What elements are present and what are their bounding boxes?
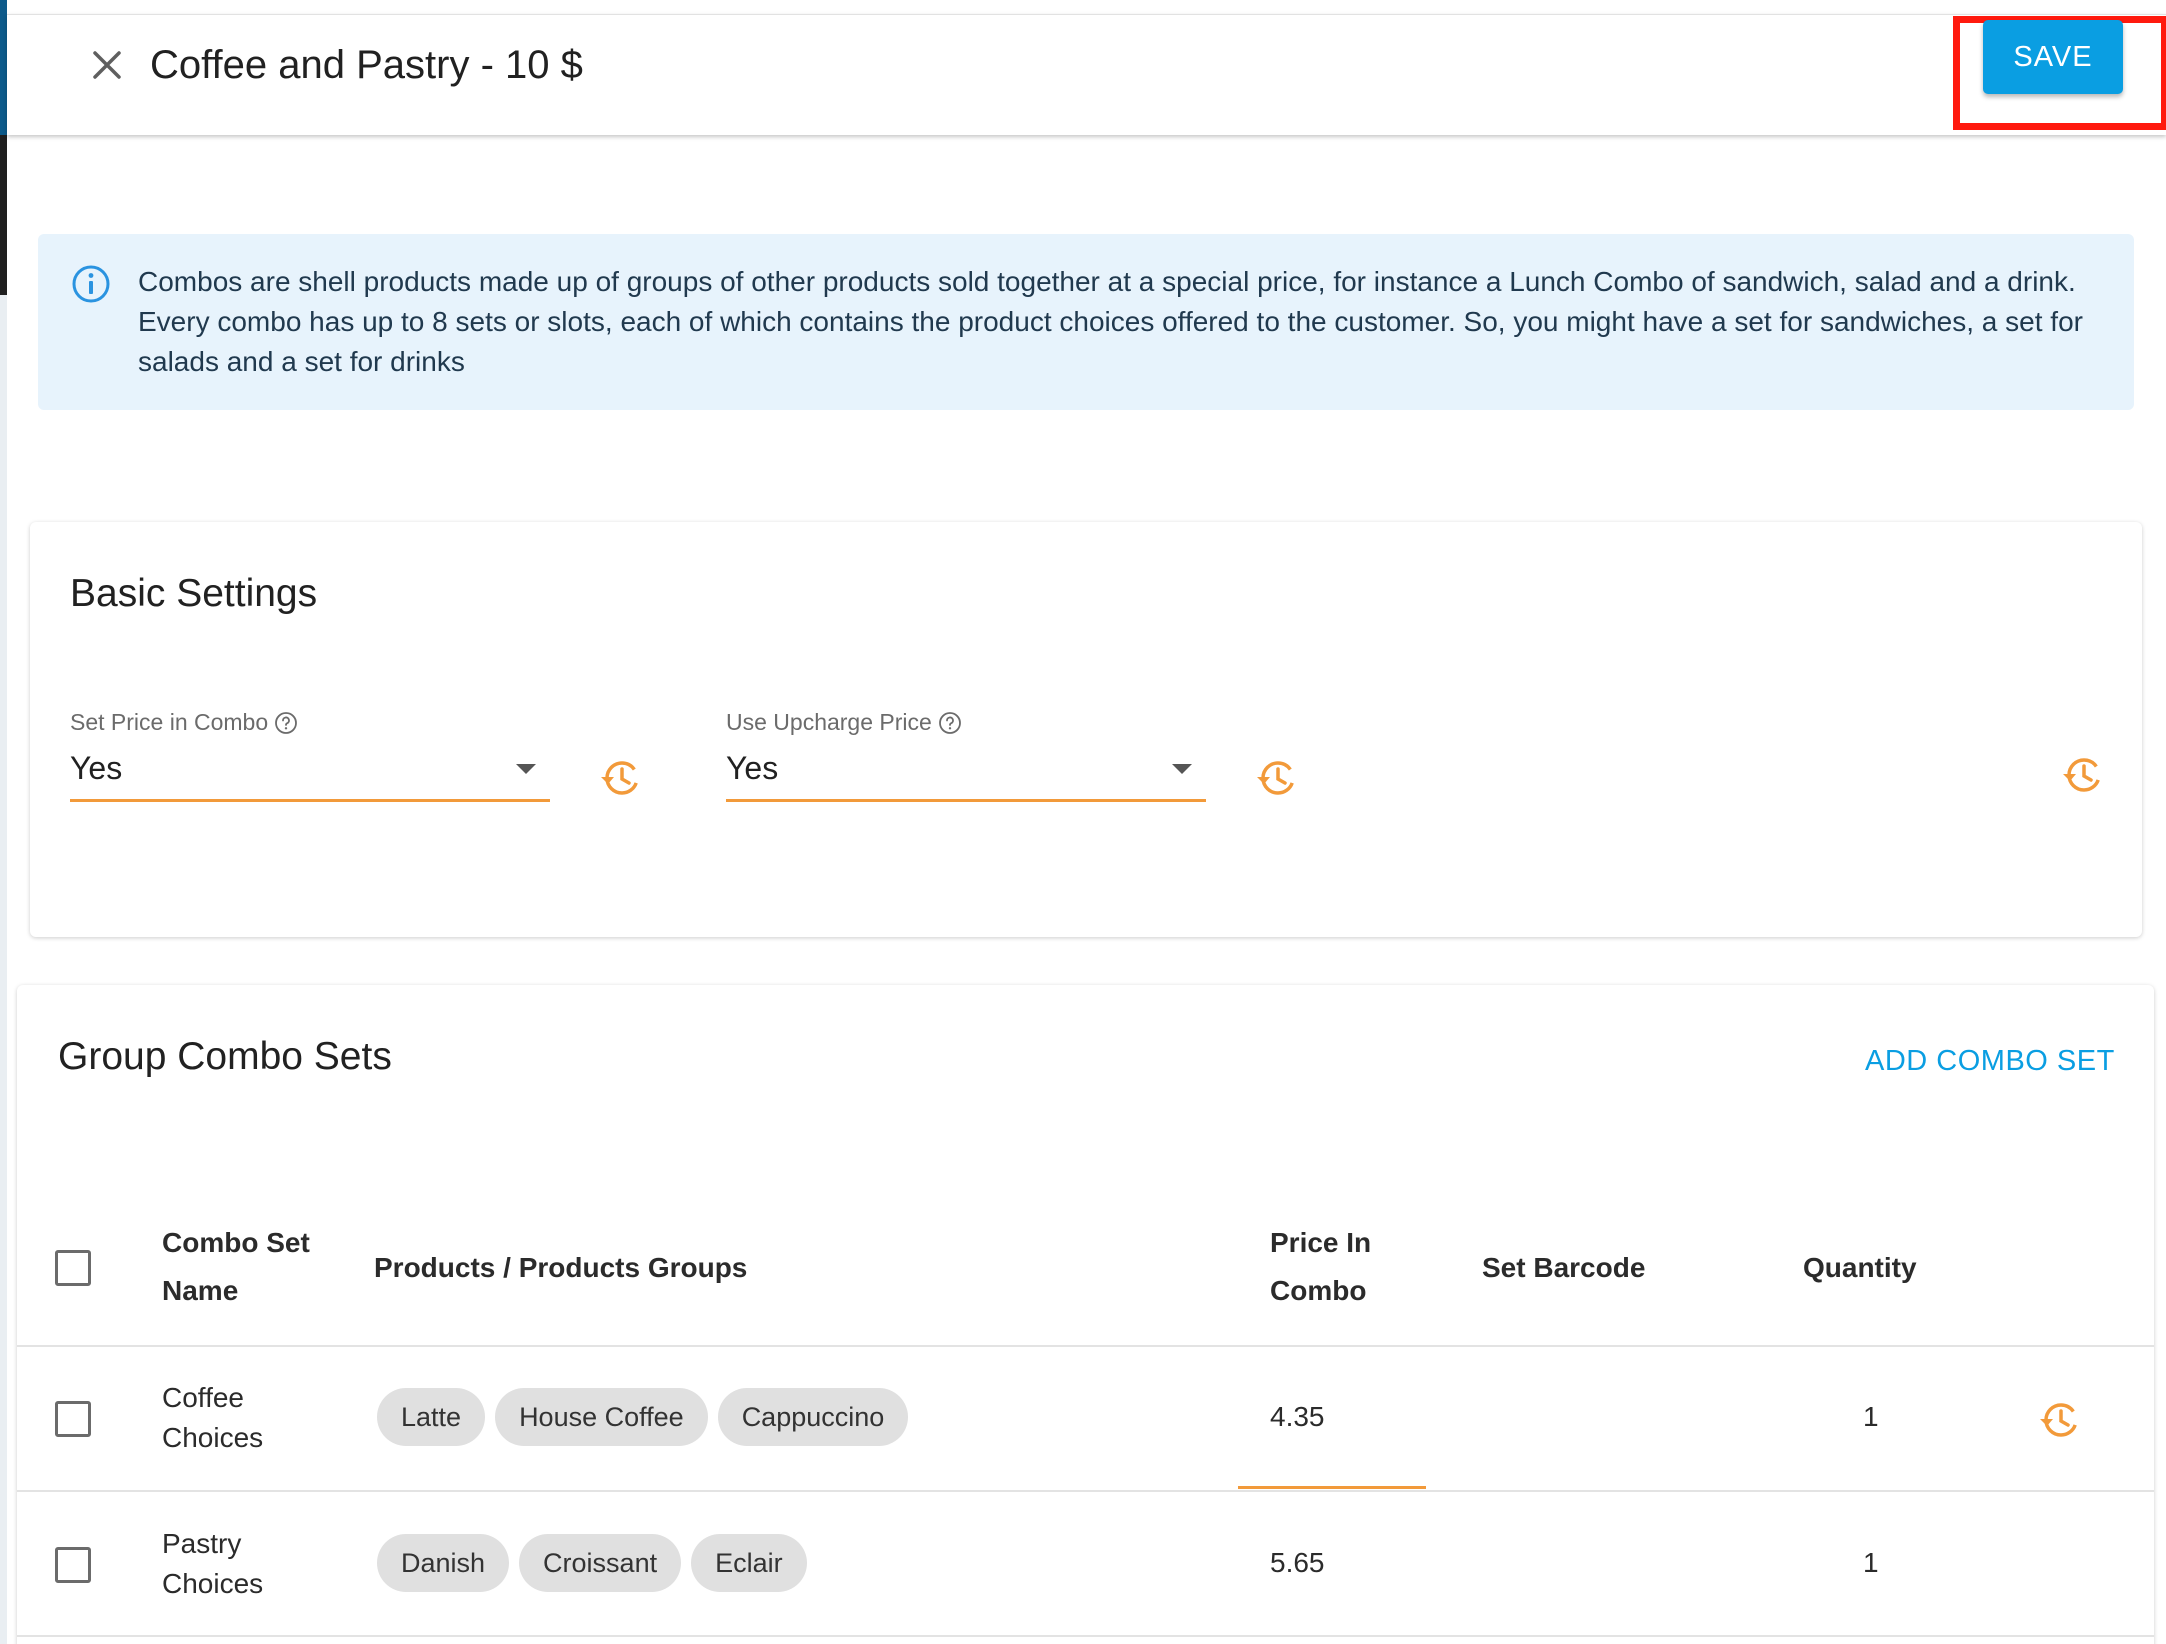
product-chip[interactable]: Cappuccino — [717, 1388, 909, 1446]
combo-set-name: Coffee Choices — [162, 1382, 264, 1453]
help-circle-icon[interactable] — [274, 711, 298, 735]
row-checkbox[interactable] — [55, 1547, 91, 1583]
table-divider — [17, 1635, 2154, 1637]
add-combo-set-button[interactable]: ADD COMBO SET — [1865, 1045, 2115, 1078]
basic-settings-card: Basic Settings Set Price in Combo Yes Us… — [30, 522, 2142, 937]
info-banner: Combos are shell products made up of gro… — [38, 234, 2134, 410]
upcharge-label: Use Upcharge Price — [726, 709, 962, 736]
product-chips: Danish Croissant Eclair — [377, 1534, 807, 1592]
upcharge-value: Yes — [726, 750, 779, 786]
set-price-select[interactable]: Yes — [70, 742, 550, 802]
background-strip — [0, 0, 7, 1644]
info-icon — [72, 265, 110, 303]
set-price-value: Yes — [70, 750, 123, 786]
table-divider — [17, 1490, 2154, 1492]
group-combo-sets-title: Group Combo Sets — [58, 1035, 392, 1078]
group-combo-sets-card: Group Combo Sets ADD COMBO SET Combo Set… — [17, 985, 2154, 1644]
quantity-value[interactable]: 1 — [1863, 1543, 1879, 1583]
product-chip[interactable]: House Coffee — [495, 1388, 708, 1446]
info-text: Combos are shell products made up of gro… — [138, 266, 2083, 377]
history-icon[interactable] — [2037, 1397, 2083, 1443]
close-icon — [93, 51, 121, 79]
chevron-down-icon — [1172, 764, 1192, 774]
product-chips: Latte House Coffee Cappuccino — [377, 1388, 909, 1446]
price-in-combo[interactable]: 5.65 — [1270, 1543, 1325, 1583]
save-button[interactable]: SAVE — [1983, 20, 2123, 94]
column-header-price[interactable]: Price In Combo — [1270, 1219, 1400, 1315]
row-checkbox[interactable] — [55, 1401, 91, 1437]
history-icon[interactable] — [598, 755, 644, 801]
product-chip[interactable]: Danish — [377, 1534, 510, 1592]
upcharge-select[interactable]: Yes — [726, 742, 1206, 802]
column-header-quantity[interactable]: Quantity — [1803, 1244, 1917, 1292]
chevron-down-icon — [516, 764, 536, 774]
upcharge-label-text: Use Upcharge Price — [726, 709, 932, 735]
dialog-header: Coffee and Pastry - 10 $ SAVE — [7, 14, 2166, 135]
column-header-barcode[interactable]: Set Barcode — [1482, 1244, 1645, 1292]
column-header-name[interactable]: Combo Set Name — [162, 1219, 332, 1315]
help-circle-icon[interactable] — [938, 711, 962, 735]
set-price-label: Set Price in Combo — [70, 709, 298, 736]
product-chip[interactable]: Eclair — [691, 1534, 807, 1592]
quantity-value[interactable]: 1 — [1863, 1397, 1879, 1437]
product-chip[interactable]: Latte — [377, 1388, 486, 1446]
history-icon[interactable] — [1254, 755, 1300, 801]
set-price-label-text: Set Price in Combo — [70, 709, 269, 735]
price-input-underline — [1238, 1486, 1426, 1489]
history-icon[interactable] — [2060, 752, 2106, 798]
page-title: Coffee and Pastry - 10 $ — [150, 43, 583, 87]
price-in-combo[interactable]: 4.35 — [1270, 1397, 1325, 1437]
basic-settings-title: Basic Settings — [70, 572, 318, 615]
close-button[interactable] — [87, 45, 127, 85]
column-header-products[interactable]: Products / Products Groups — [374, 1244, 747, 1292]
select-all-checkbox[interactable] — [55, 1250, 91, 1286]
table-divider — [17, 1345, 2154, 1347]
product-chip[interactable]: Croissant — [519, 1534, 682, 1592]
combo-set-name: Pastry Choices — [162, 1528, 264, 1599]
